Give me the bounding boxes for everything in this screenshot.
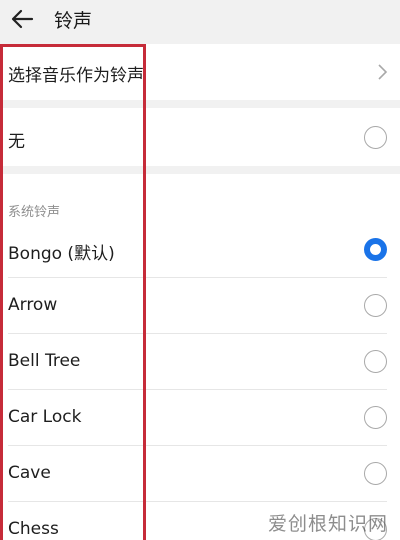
ringtone-row[interactable]: Arrow	[0, 278, 400, 334]
radio-button[interactable]	[364, 294, 387, 317]
none-option-row[interactable]: 无	[0, 108, 400, 166]
none-radio-button[interactable]	[364, 126, 387, 149]
system-ringtones-heading: 系统铃声	[8, 205, 61, 220]
ringtone-label: Chess	[8, 519, 59, 539]
back-arrow-icon[interactable]	[8, 4, 38, 34]
page-title: 铃声	[54, 10, 93, 32]
ringtone-row[interactable]: Car Lock	[0, 390, 400, 446]
selected-radio-button[interactable]	[364, 238, 387, 261]
ringtone-label: Arrow	[8, 295, 58, 315]
radio-button[interactable]	[364, 462, 387, 485]
chevron-right-icon	[378, 64, 388, 80]
watermark: 爱创根知识网	[268, 513, 389, 535]
top-bar: 铃声	[0, 0, 400, 44]
ringtone-label: Bell Tree	[8, 351, 81, 371]
ringtone-row[interactable]: Bongo (默认)	[0, 222, 400, 278]
none-option-label: 无	[8, 132, 25, 152]
ringtone-row[interactable]: Bell Tree	[0, 334, 400, 390]
radio-button[interactable]	[364, 406, 387, 429]
ringtone-label: Car Lock	[8, 407, 82, 427]
ringtone-row[interactable]: Cave	[0, 446, 400, 502]
ringtone-label: Cave	[8, 463, 51, 483]
ringtone-label: Bongo (默认)	[8, 244, 115, 264]
choose-music-row[interactable]: 选择音乐作为铃声	[0, 44, 400, 100]
radio-button[interactable]	[364, 350, 387, 373]
choose-music-label: 选择音乐作为铃声	[8, 66, 144, 86]
